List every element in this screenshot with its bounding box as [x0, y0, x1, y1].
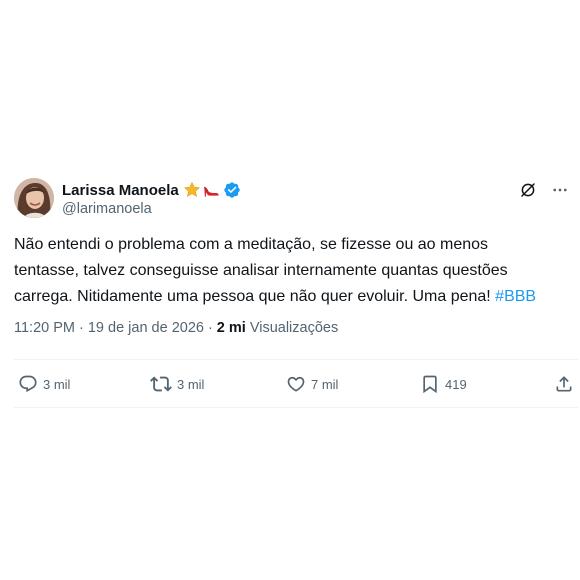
- tweet-header: Larissa Manoela @larimanoela: [14, 176, 580, 220]
- reply-button[interactable]: 3 mil: [18, 370, 70, 398]
- tweet-date[interactable]: 19 de jan de 2026: [88, 320, 204, 336]
- avatar[interactable]: [14, 178, 54, 218]
- views-label[interactable]: Visualizações: [250, 320, 338, 336]
- reply-count: 3 mil: [43, 376, 71, 392]
- verified-badge-icon[interactable]: [223, 181, 241, 199]
- tweet-text-line-3-text: carrega. Nitidamente uma pessoa que não …: [14, 288, 496, 305]
- tweet-text-line-1: Não entendi o problema com a meditação, …: [14, 236, 489, 253]
- tweet-text-line-2: tentasse, talvez conseguisse analisar in…: [14, 262, 508, 279]
- bookmark-count: 419: [445, 376, 467, 392]
- divider-top: [14, 359, 578, 360]
- tweet-meta: 11:20 PM · 19 de jan de 2026 · 2 mi Visu…: [14, 320, 338, 336]
- action-bar: 3 mil 3 mil 7 mil 419: [0, 370, 580, 398]
- hashtag-link[interactable]: #BBB: [495, 288, 536, 305]
- author-display-name[interactable]: Larissa Manoela: [62, 182, 179, 199]
- meta-separator: ·: [79, 320, 84, 336]
- retweet-button[interactable]: 3 mil: [150, 370, 204, 398]
- tweet-text-line-3: carrega. Nitidamente uma pessoa que não …: [14, 284, 570, 310]
- share-icon: [556, 376, 572, 392]
- views-count[interactable]: 2 mi: [217, 320, 246, 336]
- like-count: 7 mil: [311, 376, 339, 392]
- author-handle[interactable]: @larimanoela: [62, 201, 241, 217]
- high-heel-emoji-icon: [202, 181, 220, 199]
- tweet-card: Larissa Manoela @larimanoela Não entendi…: [0, 0, 580, 580]
- share-button[interactable]: [554, 370, 574, 398]
- retweet-icon: [150, 376, 172, 392]
- header-actions: [518, 180, 570, 200]
- star-emoji-icon: [183, 181, 201, 199]
- retweet-count: 3 mil: [177, 376, 205, 392]
- tweet-time[interactable]: 11:20 PM: [14, 320, 75, 336]
- divider-bottom: [14, 407, 578, 408]
- meta-separator-2: ·: [207, 320, 213, 336]
- avatar-image: [14, 178, 54, 218]
- like-button[interactable]: 7 mil: [286, 370, 338, 398]
- grok-icon[interactable]: [518, 180, 538, 200]
- tweet-text: Não entendi o problema com a meditação, …: [14, 232, 570, 310]
- reply-icon: [19, 375, 37, 393]
- bookmark-icon: [423, 375, 437, 394]
- author-info: Larissa Manoela @larimanoela: [62, 180, 241, 217]
- bookmark-button[interactable]: 419: [420, 370, 467, 398]
- more-options-icon[interactable]: [550, 180, 570, 200]
- heart-icon: [287, 376, 305, 392]
